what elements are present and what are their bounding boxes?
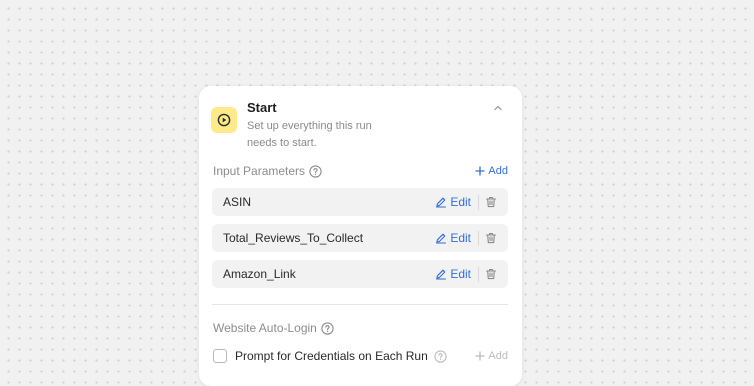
- add-parameter-button[interactable]: Add: [475, 165, 508, 177]
- parameter-name: ASIN: [223, 195, 252, 209]
- section-divider: [212, 304, 508, 305]
- add-parameter-label: Add: [488, 165, 508, 177]
- row-divider: [478, 266, 479, 282]
- parameter-row: Amazon_Link Edit: [212, 260, 508, 288]
- pencil-icon: [436, 233, 447, 244]
- help-icon[interactable]: [309, 164, 322, 178]
- collapse-button[interactable]: [490, 100, 506, 116]
- start-node-subtitle: Set up everything this run needs to star…: [247, 120, 372, 149]
- plus-icon: [475, 166, 486, 176]
- start-node-title: Start: [247, 100, 277, 115]
- plus-icon: [475, 351, 486, 361]
- delete-parameter-button[interactable]: [485, 232, 497, 244]
- parameter-row: ASIN Edit: [212, 188, 508, 216]
- delete-parameter-button[interactable]: [485, 196, 497, 208]
- help-icon[interactable]: [321, 321, 334, 335]
- help-icon[interactable]: [434, 349, 447, 363]
- input-parameters-header: Input Parameters Add: [213, 163, 508, 179]
- parameter-name: Total_Reviews_To_Collect: [223, 231, 364, 245]
- pencil-icon: [436, 197, 447, 208]
- edit-label: Edit: [450, 267, 471, 281]
- prompt-credentials-row: Prompt for Credentials on Each Run Add: [213, 348, 508, 364]
- chevron-up-icon: [494, 105, 502, 111]
- edit-label: Edit: [450, 195, 471, 209]
- trash-icon: [485, 197, 497, 208]
- edit-label: Edit: [450, 231, 471, 245]
- website-auto-login-label: Website Auto-Login: [213, 321, 317, 335]
- prompt-credentials-checkbox[interactable]: [213, 349, 227, 363]
- add-login-button[interactable]: Add: [475, 350, 508, 362]
- row-divider: [478, 194, 479, 210]
- row-divider: [478, 230, 479, 246]
- prompt-credentials-label: Prompt for Credentials on Each Run: [235, 349, 428, 363]
- pencil-icon: [436, 269, 447, 280]
- edit-parameter-button[interactable]: Edit: [435, 195, 471, 209]
- parameter-row: Total_Reviews_To_Collect Edit: [212, 224, 508, 252]
- trash-icon: [485, 269, 497, 280]
- parameter-name: Amazon_Link: [223, 267, 296, 281]
- edit-parameter-button[interactable]: Edit: [435, 231, 471, 245]
- website-auto-login-header: Website Auto-Login: [213, 320, 508, 336]
- input-parameters-label: Input Parameters: [213, 164, 306, 178]
- delete-parameter-button[interactable]: [485, 268, 497, 280]
- start-node-card: Start Set up everything this run needs t…: [199, 86, 522, 386]
- edit-parameter-button[interactable]: Edit: [435, 267, 471, 281]
- play-icon: [211, 107, 237, 133]
- add-login-label: Add: [488, 350, 508, 362]
- trash-icon: [485, 233, 497, 244]
